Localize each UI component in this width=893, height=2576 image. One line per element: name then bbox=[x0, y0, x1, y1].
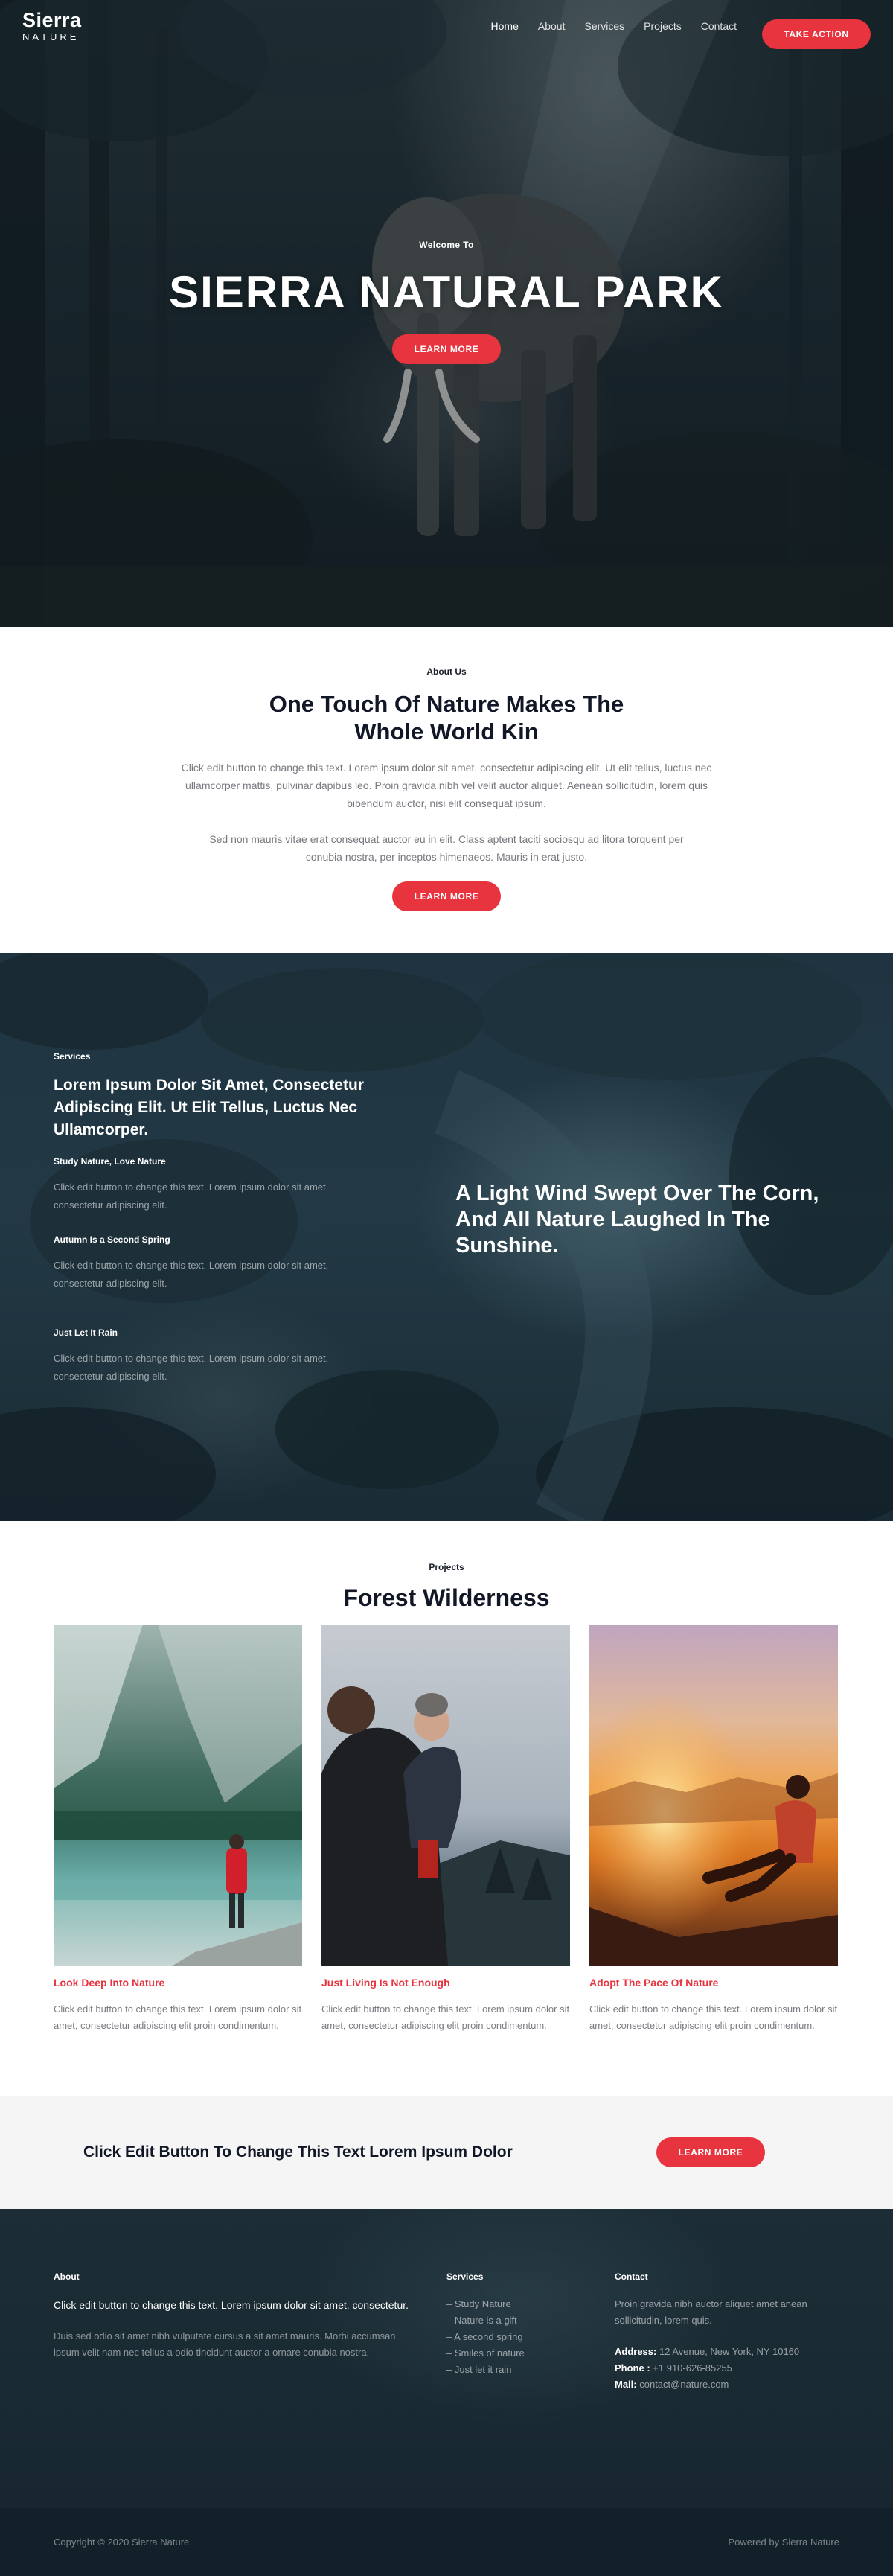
mail-value[interactable]: contact@nature.com bbox=[637, 2379, 729, 2390]
project-card[interactable]: Look Deep Into Nature Click edit button … bbox=[54, 1625, 302, 2034]
about-learn-more-button[interactable]: LEARN MORE bbox=[392, 881, 501, 911]
service-item-text: Click edit button to change this text. L… bbox=[54, 1260, 329, 1289]
footer-service-link[interactable]: – Smiles of nature bbox=[446, 2345, 580, 2362]
address-label: Address: bbox=[615, 2346, 657, 2357]
project-image-lake[interactable] bbox=[54, 1625, 302, 1966]
cta-learn-more-button[interactable]: LEARN MORE bbox=[656, 2137, 765, 2167]
service-item: Just Let It Rain Click edit button to ch… bbox=[54, 1327, 351, 1386]
nav-link-projects[interactable]: Projects bbox=[644, 20, 682, 32]
cta-section: Click Edit Button To Change This Text Lo… bbox=[0, 2096, 893, 2209]
address-value: 12 Avenue, New York, NY 10160 bbox=[656, 2346, 800, 2357]
hero-content: Welcome To SIERRA NATURAL PARK LEARN MOR… bbox=[0, 240, 893, 364]
hero-kicker: Welcome To bbox=[419, 240, 474, 250]
hero-learn-more-button[interactable]: LEARN MORE bbox=[392, 334, 501, 364]
footer-about-text: Duis sed odio sit amet nibh vulputate cu… bbox=[54, 2330, 396, 2358]
project-card[interactable]: Just Living Is Not Enough Click edit but… bbox=[321, 1625, 570, 2034]
logo-subtitle: NATURE bbox=[22, 31, 80, 42]
about-paragraph-1: Click edit button to change this text. L… bbox=[181, 762, 712, 809]
nav-link-services[interactable]: Services bbox=[584, 20, 624, 32]
about-paragraph-2: Sed non mauris vitae erat consequat auct… bbox=[209, 833, 684, 863]
footer-service-link[interactable]: – Just let it rain bbox=[446, 2362, 580, 2378]
project-card-title[interactable]: Just Living Is Not Enough bbox=[321, 1977, 570, 1989]
footer-contact-heading: Contact bbox=[615, 2271, 648, 2282]
services-quote: A Light Wind Swept Over The Corn, And Al… bbox=[455, 1182, 819, 1257]
lake-mountain-image bbox=[54, 1625, 302, 1966]
powered-by-link[interactable]: Powered by Sierra Nature bbox=[728, 2537, 839, 2548]
footer-service-link[interactable]: – Nature is a gift bbox=[446, 2312, 580, 2329]
cta-text: Click Edit Button To Change This Text Lo… bbox=[83, 2143, 513, 2161]
project-card-text: Click edit button to change this text. L… bbox=[321, 2003, 570, 2031]
main-menu: Home About Services Projects Contact TAK… bbox=[472, 3, 871, 49]
nav-link-contact[interactable]: Contact bbox=[701, 20, 737, 32]
service-item-text: Click edit button to change this text. L… bbox=[54, 1182, 329, 1211]
projects-kicker: Projects bbox=[429, 1562, 464, 1572]
service-item-title: Autumn Is a Second Spring bbox=[54, 1234, 170, 1245]
footer-about: About Click edit button to change this t… bbox=[54, 2271, 411, 2361]
footer-about-lead: Click edit button to change this text. L… bbox=[54, 2299, 409, 2311]
footer-services-heading: Services bbox=[446, 2271, 484, 2282]
project-card[interactable]: Adopt The Pace Of Nature Click edit butt… bbox=[589, 1625, 838, 2034]
services-content: Services Lorem Ipsum Dolor Sit Amet, Con… bbox=[0, 953, 893, 1521]
service-item: Autumn Is a Second Spring Click edit but… bbox=[54, 1234, 351, 1292]
project-image-family[interactable] bbox=[321, 1625, 570, 1966]
footer: About Click edit button to change this t… bbox=[0, 2209, 893, 2508]
footer-contact-lead: Proin gravida nibh auctor aliquet amet a… bbox=[615, 2298, 807, 2326]
service-item-title: Just Let It Rain bbox=[54, 1327, 118, 1338]
nav-link-home[interactable]: Home bbox=[491, 20, 519, 32]
footer-mail: Mail: contact@nature.com bbox=[615, 2376, 853, 2393]
services-section: Services Lorem Ipsum Dolor Sit Amet, Con… bbox=[0, 953, 893, 1521]
sunset-hiker-image bbox=[589, 1625, 838, 1966]
hero-section: Sierra NATURE Home About Services Projec… bbox=[0, 0, 893, 627]
top-navigation: Sierra NATURE Home About Services Projec… bbox=[0, 0, 893, 52]
phone-label: Phone : bbox=[615, 2362, 650, 2373]
copyright-text: Copyright © 2020 Sierra Nature bbox=[54, 2536, 190, 2548]
project-card-title[interactable]: Adopt The Pace Of Nature bbox=[589, 1977, 838, 1989]
hero-title: SIERRA NATURAL PARK bbox=[169, 267, 724, 317]
mail-label: Mail: bbox=[615, 2379, 637, 2390]
project-cards: Look Deep Into Nature Click edit button … bbox=[54, 1625, 839, 2034]
footer-contact-details: Address: 12 Avenue, New York, NY 10160 P… bbox=[615, 2344, 853, 2393]
services-kicker: Services bbox=[54, 1051, 91, 1062]
footer-service-link[interactable]: – A second spring bbox=[446, 2329, 580, 2345]
about-section: About Us One Touch Of Nature Makes The W… bbox=[0, 627, 893, 953]
services-title: Lorem Ipsum Dolor Sit Amet, Consectetur … bbox=[54, 1077, 364, 1138]
footer-service-link[interactable]: – Study Nature bbox=[446, 2296, 580, 2312]
service-item-text: Click edit button to change this text. L… bbox=[54, 1353, 329, 1382]
service-item: Study Nature, Love Nature Click edit but… bbox=[54, 1156, 351, 1214]
phone-value[interactable]: +1 910-626-85255 bbox=[650, 2362, 732, 2373]
projects-section: Projects Forest Wilderness Look Deep Int… bbox=[0, 1521, 893, 2096]
about-kicker: About Us bbox=[426, 666, 467, 677]
take-action-button[interactable]: TAKE ACTION bbox=[762, 19, 871, 49]
nav-link-about[interactable]: About bbox=[538, 20, 566, 32]
footer-services: Services – Study Nature – Nature is a gi… bbox=[446, 2271, 580, 2378]
footer-services-list: – Study Nature – Nature is a gift – A se… bbox=[446, 2296, 580, 2378]
project-card-text: Click edit button to change this text. L… bbox=[589, 2003, 838, 2031]
project-image-sunset[interactable] bbox=[589, 1625, 838, 1966]
site-logo[interactable]: Sierra NATURE bbox=[22, 10, 82, 42]
family-mountain-image bbox=[321, 1625, 570, 1966]
footer-bottom-bar: Copyright © 2020 Sierra Nature Powered b… bbox=[0, 2508, 893, 2576]
footer-contact: Contact Proin gravida nibh auctor alique… bbox=[615, 2271, 853, 2393]
about-title: One Touch Of Nature Makes The Whole Worl… bbox=[269, 691, 624, 745]
footer-phone: Phone : +1 910-626-85255 bbox=[615, 2360, 853, 2376]
footer-about-heading: About bbox=[54, 2271, 80, 2282]
footer-address: Address: 12 Avenue, New York, NY 10160 bbox=[615, 2344, 853, 2360]
project-card-title[interactable]: Look Deep Into Nature bbox=[54, 1977, 302, 1989]
project-card-text: Click edit button to change this text. L… bbox=[54, 2003, 302, 2031]
logo-title: Sierra bbox=[22, 9, 82, 31]
projects-title: Forest Wilderness bbox=[343, 1584, 550, 1611]
service-item-title: Study Nature, Love Nature bbox=[54, 1156, 166, 1167]
